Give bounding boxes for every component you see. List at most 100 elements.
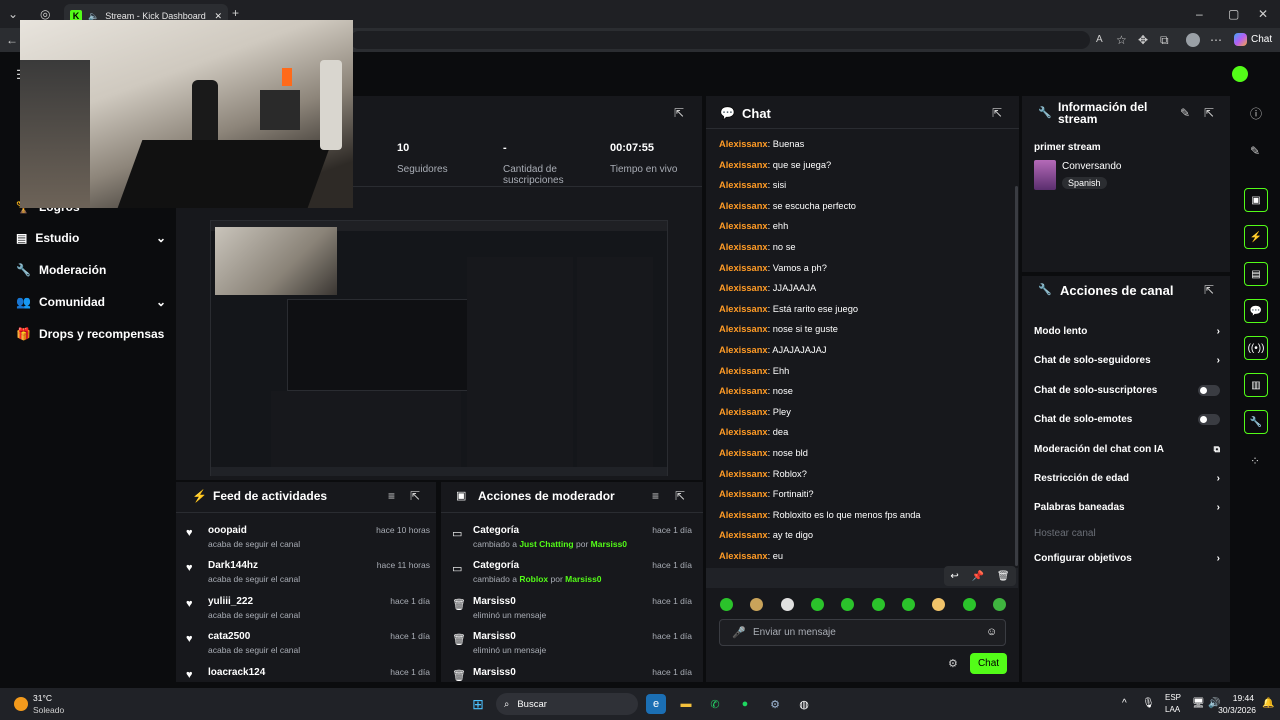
- collections-icon[interactable]: ⧉: [1160, 33, 1169, 47]
- copilot-chat-button[interactable]: Chat: [1234, 33, 1272, 46]
- chat-username[interactable]: Alexissanx: [719, 304, 768, 314]
- emote-icon[interactable]: [810, 598, 824, 611]
- chat-username[interactable]: Alexissanx: [719, 489, 768, 499]
- info-icon[interactable]: ⓘ: [1250, 107, 1262, 121]
- popout-icon[interactable]: ⇱: [1204, 106, 1214, 120]
- emote-icon[interactable]: [780, 598, 794, 611]
- back-icon[interactable]: ←: [6, 33, 18, 47]
- emote-icon[interactable]: [750, 598, 764, 611]
- chat-message[interactable]: Alexissanx: sisi: [719, 179, 786, 191]
- chat-message[interactable]: Alexissanx: Ehh: [719, 365, 789, 377]
- chat-username[interactable]: Alexissanx: [719, 201, 768, 211]
- chat-username[interactable]: Alexissanx: [719, 551, 768, 561]
- weather-temp[interactable]: 31°C: [33, 693, 52, 703]
- popout-icon[interactable]: ⇱: [1204, 283, 1214, 297]
- chat-message[interactable]: Alexissanx: se escucha perfecto: [719, 200, 856, 212]
- close-window-icon[interactable]: ✕: [1258, 7, 1268, 21]
- chat-username[interactable]: Alexissanx: [719, 427, 768, 437]
- whatsapp-icon[interactable]: ✆: [705, 694, 725, 714]
- chat-message[interactable]: Alexissanx: Pley: [719, 406, 791, 418]
- new-tab-icon[interactable]: +: [232, 6, 239, 20]
- action-configure-goals[interactable]: Configurar objetivos ›: [1034, 553, 1220, 564]
- settings-icon[interactable]: ⚙: [948, 657, 958, 671]
- filter-icon[interactable]: ≡: [388, 489, 395, 503]
- maximize-icon[interactable]: ▢: [1228, 7, 1239, 21]
- feed-user[interactable]: loacrack124: [208, 667, 265, 678]
- chat-message[interactable]: Alexissanx: Vamos a ph?: [719, 262, 827, 274]
- chat-username[interactable]: Alexissanx: [719, 242, 768, 252]
- action-banned-words[interactable]: Palabras baneadas ›: [1034, 502, 1220, 513]
- popout-icon[interactable]: ⇱: [410, 489, 420, 503]
- chat-username[interactable]: Alexissanx: [719, 160, 768, 170]
- rail-broadcast-icon[interactable]: ((•)): [1244, 336, 1268, 360]
- minimize-icon[interactable]: –: [1196, 7, 1203, 21]
- obs-icon[interactable]: ◍: [794, 694, 814, 714]
- chat-scrollbar[interactable]: [1015, 186, 1018, 566]
- windows-start-icon[interactable]: ⊞: [468, 694, 488, 714]
- popout-icon[interactable]: ⇱: [674, 106, 684, 120]
- mic-icon[interactable]: 🎤: [732, 626, 746, 639]
- emote-icon[interactable]: [720, 598, 733, 611]
- chat-username[interactable]: Alexissanx: [719, 386, 768, 396]
- extensions-icon[interactable]: ✥: [1138, 33, 1148, 47]
- chat-username[interactable]: Alexissanx: [719, 366, 768, 376]
- chat-username[interactable]: Alexissanx: [719, 139, 768, 149]
- reply-icon[interactable]: ↩: [950, 571, 958, 582]
- chat-message[interactable]: Alexissanx: nose: [719, 385, 793, 397]
- clock-date[interactable]: 30/3/2026: [1216, 705, 1256, 715]
- feed-user[interactable]: Dark144hz: [208, 560, 258, 571]
- stream-category[interactable]: Conversando: [1062, 161, 1121, 172]
- chat-message[interactable]: Alexissanx: que se juega?: [719, 159, 831, 171]
- chat-username[interactable]: Alexissanx: [719, 283, 768, 293]
- action-followers-only[interactable]: Chat de solo-seguidores ›: [1034, 355, 1220, 366]
- favorite-icon[interactable]: ☆: [1116, 33, 1127, 47]
- emote-icon[interactable]: [871, 598, 885, 611]
- rail-qr-icon[interactable]: ▣: [1244, 188, 1268, 212]
- chat-username[interactable]: Alexissanx: [719, 263, 768, 273]
- chat-message[interactable]: Alexissanx: Roblox?: [719, 468, 807, 480]
- feed-user[interactable]: ooopaid: [208, 525, 247, 536]
- chat-message[interactable]: Alexissanx: Robloxito es lo que menos fp…: [719, 509, 921, 521]
- action-emotes-only[interactable]: Chat de solo-emotes: [1034, 414, 1220, 425]
- emote-icon[interactable]: [901, 598, 915, 611]
- chat-username[interactable]: Alexissanx: [719, 345, 768, 355]
- tab-list-icon[interactable]: ⌄: [8, 7, 18, 21]
- popout-icon[interactable]: ⇱: [992, 106, 1002, 120]
- action-slow-mode[interactable]: Modo lento ›: [1034, 326, 1220, 337]
- feed-user[interactable]: cata2500: [208, 631, 250, 642]
- send-chat-button[interactable]: Chat: [970, 653, 1007, 674]
- rail-mod-icon[interactable]: ▥: [1244, 373, 1268, 397]
- sidebar-item-estudio[interactable]: ▤ Estudio ⌄: [16, 231, 166, 245]
- emote-icon[interactable]: [932, 598, 946, 611]
- chat-message[interactable]: Alexissanx: nose bld: [719, 447, 808, 459]
- filter-icon[interactable]: ≡: [652, 489, 659, 503]
- url-field[interactable]: [350, 31, 1090, 49]
- chat-username[interactable]: Alexissanx: [719, 324, 768, 334]
- network-icon[interactable]: 🖥: [1192, 698, 1205, 709]
- pin-icon[interactable]: 📌: [972, 571, 984, 582]
- chat-message[interactable]: Alexissanx: dea: [719, 426, 788, 438]
- sidebar-item-moderacion[interactable]: 🔧 Moderación: [16, 263, 166, 277]
- chat-message[interactable]: Alexissanx: Fortinaiti?: [719, 488, 814, 500]
- action-subscribers-only[interactable]: Chat de solo-suscriptores: [1034, 385, 1220, 396]
- sidebar-item-drops[interactable]: 🎁 Drops y recompensas: [16, 327, 186, 341]
- edge-icon[interactable]: e: [646, 694, 666, 714]
- steam-icon[interactable]: ⚙: [765, 694, 785, 714]
- chat-message[interactable]: Alexissanx: nose si te guste: [719, 323, 838, 335]
- chat-message[interactable]: Alexissanx: ehh: [719, 220, 788, 232]
- spotify-icon[interactable]: ●: [735, 694, 755, 714]
- sidebar-item-comunidad[interactable]: 👥 Comunidad ⌄: [16, 295, 166, 309]
- rail-doc-icon[interactable]: ▤: [1244, 262, 1268, 286]
- chat-message[interactable]: Alexissanx: AJAJAJAJAJ: [719, 344, 827, 356]
- chat-message[interactable]: Alexissanx: eu: [719, 550, 783, 562]
- emote-icon[interactable]: [841, 598, 855, 611]
- chat-message[interactable]: Alexissanx: Está rarito ese juego: [719, 303, 858, 315]
- rail-chat-icon[interactable]: 💬: [1244, 299, 1268, 323]
- chat-username[interactable]: Alexissanx: [719, 469, 768, 479]
- edit-icon[interactable]: ✎: [1180, 106, 1190, 120]
- folder-icon[interactable]: ▬: [676, 694, 696, 714]
- more-icon[interactable]: ⋯: [1210, 33, 1222, 47]
- chat-username[interactable]: Alexissanx: [719, 221, 768, 231]
- globe-icon[interactable]: ◎: [40, 7, 50, 21]
- emote-icon[interactable]: [962, 598, 976, 611]
